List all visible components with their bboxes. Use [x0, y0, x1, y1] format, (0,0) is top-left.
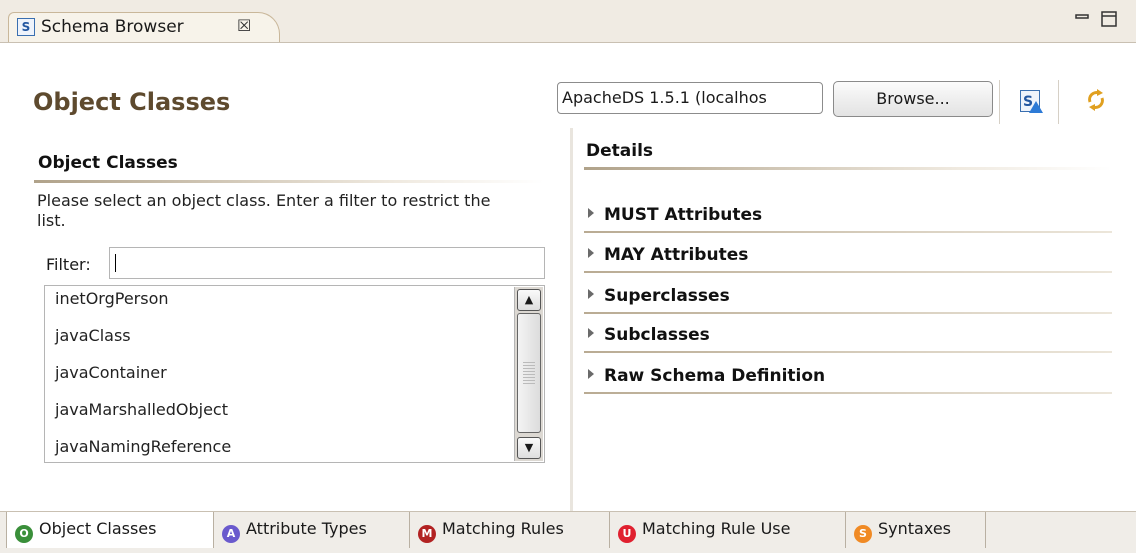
superclasses-label: Superclasses	[604, 286, 730, 306]
close-icon[interactable]: ☒	[237, 16, 251, 35]
details-section-title: Details	[586, 141, 654, 161]
minimize-icon[interactable]	[1074, 10, 1090, 31]
matching-rule-icon: M	[418, 525, 436, 543]
expand-arrow-icon	[588, 248, 594, 258]
syntax-icon: S	[854, 525, 872, 543]
filter-label: Filter:	[46, 255, 91, 274]
section-divider	[584, 231, 1112, 233]
attribute-type-icon: A	[222, 525, 240, 543]
superclasses-section[interactable]: Superclasses	[588, 286, 730, 306]
toolbar-separator	[1058, 80, 1059, 124]
section-divider	[34, 180, 544, 183]
tab-schema-browser-label: Schema Browser	[41, 17, 184, 37]
subclasses-label: Subclasses	[604, 325, 710, 345]
expand-arrow-icon	[588, 328, 594, 338]
scroll-down-icon[interactable]: ▼	[517, 437, 541, 459]
page-title: Object Classes	[33, 88, 231, 116]
schema-icon[interactable]: S	[1020, 90, 1043, 113]
maximize-icon[interactable]	[1100, 10, 1118, 33]
sash-divider[interactable]	[570, 128, 573, 511]
list-item[interactable]: inetOrgPerson	[55, 289, 169, 308]
subclasses-section[interactable]: Subclasses	[588, 325, 710, 345]
list-item[interactable]: javaClass	[55, 326, 131, 345]
may-attributes-label: MAY Attributes	[604, 245, 749, 265]
tab-schema-browser[interactable]: S Schema Browser ☒	[8, 12, 280, 42]
list-scrollbar[interactable]: ▲ ▼	[514, 287, 543, 461]
must-attributes-section[interactable]: MUST Attributes	[588, 205, 762, 225]
tab-attribute-types[interactable]: A Attribute Types	[214, 512, 410, 548]
section-divider	[584, 167, 1112, 170]
must-attributes-label: MUST Attributes	[604, 205, 763, 225]
scroll-thumb[interactable]	[517, 313, 541, 433]
expand-arrow-icon	[588, 208, 594, 218]
section-divider	[584, 351, 1112, 353]
raw-schema-definition-label: Raw Schema Definition	[604, 366, 826, 386]
server-select[interactable]: ApacheDS 1.5.1 (localhos	[557, 82, 823, 114]
browse-button-label: Browse...	[876, 89, 950, 108]
text-caret	[115, 254, 116, 272]
list-item[interactable]: javaMarshalledObject	[55, 400, 228, 419]
list-item[interactable]: javaNamingReference	[55, 437, 231, 456]
tab-matching-rule-use[interactable]: U Matching Rule Use	[610, 512, 846, 548]
may-attributes-section[interactable]: MAY Attributes	[588, 245, 748, 265]
view-tab-bar: S Schema Browser ☒	[0, 0, 1136, 43]
toolbar-separator	[999, 80, 1000, 124]
tab-syntaxes[interactable]: S Syntaxes	[846, 512, 986, 548]
tab-syntaxes-label: Syntaxes	[878, 519, 951, 538]
object-class-icon: O	[15, 525, 33, 543]
schema-browser-icon: S	[17, 18, 35, 36]
section-divider	[584, 392, 1112, 394]
tab-matching-rules[interactable]: M Matching Rules	[410, 512, 610, 548]
page-tabs: O Object Classes A Attribute Types M Matchi…	[0, 511, 1136, 553]
tab-object-classes[interactable]: O Object Classes	[6, 512, 214, 548]
filter-input[interactable]	[109, 247, 545, 279]
tab-matching-rules-label: Matching Rules	[442, 519, 564, 538]
section-divider	[584, 271, 1112, 273]
raw-schema-definition-section[interactable]: Raw Schema Definition	[588, 366, 825, 386]
expand-arrow-icon	[588, 289, 594, 299]
object-classes-description: Please select an object class. Enter a f…	[37, 191, 491, 230]
section-divider	[584, 312, 1112, 314]
list-item[interactable]: javaContainer	[55, 363, 167, 382]
tab-attribute-types-label: Attribute Types	[246, 519, 367, 538]
tab-matching-rule-use-label: Matching Rule Use	[642, 519, 791, 538]
link-with-editor-icon[interactable]	[1082, 86, 1110, 120]
browse-button[interactable]: Browse...	[833, 81, 993, 117]
object-classes-section-title: Object Classes	[38, 153, 178, 173]
expand-arrow-icon	[588, 369, 594, 379]
tab-object-classes-label: Object Classes	[39, 519, 157, 538]
object-class-list[interactable]: inetOrgPerson javaClass javaContainer ja…	[44, 285, 545, 463]
scroll-up-icon[interactable]: ▲	[517, 289, 541, 311]
matching-rule-use-icon: U	[618, 525, 636, 543]
